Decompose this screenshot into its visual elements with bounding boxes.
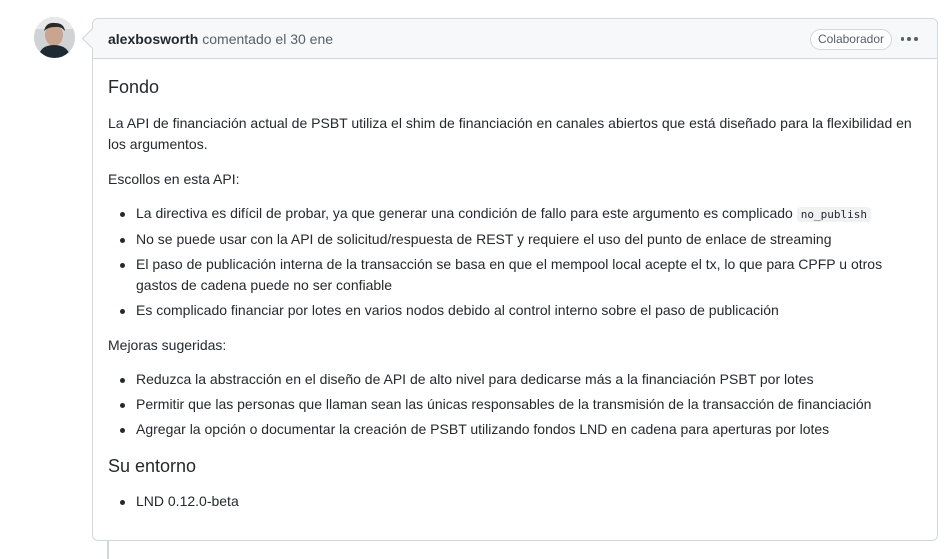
comment-box: alexbosworth comentado el 30 ene Colabor… xyxy=(92,18,938,541)
entorno-list: LND 0.12.0-beta xyxy=(108,491,922,512)
list-item: Es complicado financiar por lotes en var… xyxy=(108,300,922,321)
collaborator-badge: Colaborador xyxy=(809,29,892,50)
list-item: El paso de publicación interna de la tra… xyxy=(108,254,922,296)
list-item: La directiva es difícil de probar, ya qu… xyxy=(108,203,922,225)
escollos-list: La directiva es difícil de probar, ya qu… xyxy=(108,203,922,321)
fondo-paragraph: La API de financiación actual de PSBT ut… xyxy=(108,115,912,152)
author-link[interactable]: alexbosworth xyxy=(108,31,198,47)
comment-action[interactable]: comentado el 30 ene xyxy=(202,31,333,47)
list-item: Agregar la opción o documentar la creaci… xyxy=(108,419,922,440)
heading-entorno: Su entorno xyxy=(108,456,197,476)
comment-header: alexbosworth comentado el 30 ene Colabor… xyxy=(93,19,937,59)
list-item: Reduzca la abstracción en el diseño de A… xyxy=(108,369,922,390)
mejoras-label: Mejoras sugeridas: xyxy=(108,337,227,353)
mejoras-list: Reduzca la abstracción en el diseño de A… xyxy=(108,369,922,440)
timeline-line xyxy=(107,541,109,559)
code-no-publish: no_publish xyxy=(796,207,871,222)
avatar[interactable] xyxy=(34,17,75,58)
list-item: Permitir que las personas que llaman sea… xyxy=(108,394,922,415)
escollos-label: Escollos en esta API: xyxy=(108,171,240,187)
comment-body: Fondo La API de financiación actual de P… xyxy=(93,59,937,512)
list-item: LND 0.12.0-beta xyxy=(108,491,922,512)
heading-fondo: Fondo xyxy=(108,77,160,97)
more-options-icon[interactable] xyxy=(899,29,919,49)
list-item: No se puede usar con la API de solicitud… xyxy=(108,229,922,250)
